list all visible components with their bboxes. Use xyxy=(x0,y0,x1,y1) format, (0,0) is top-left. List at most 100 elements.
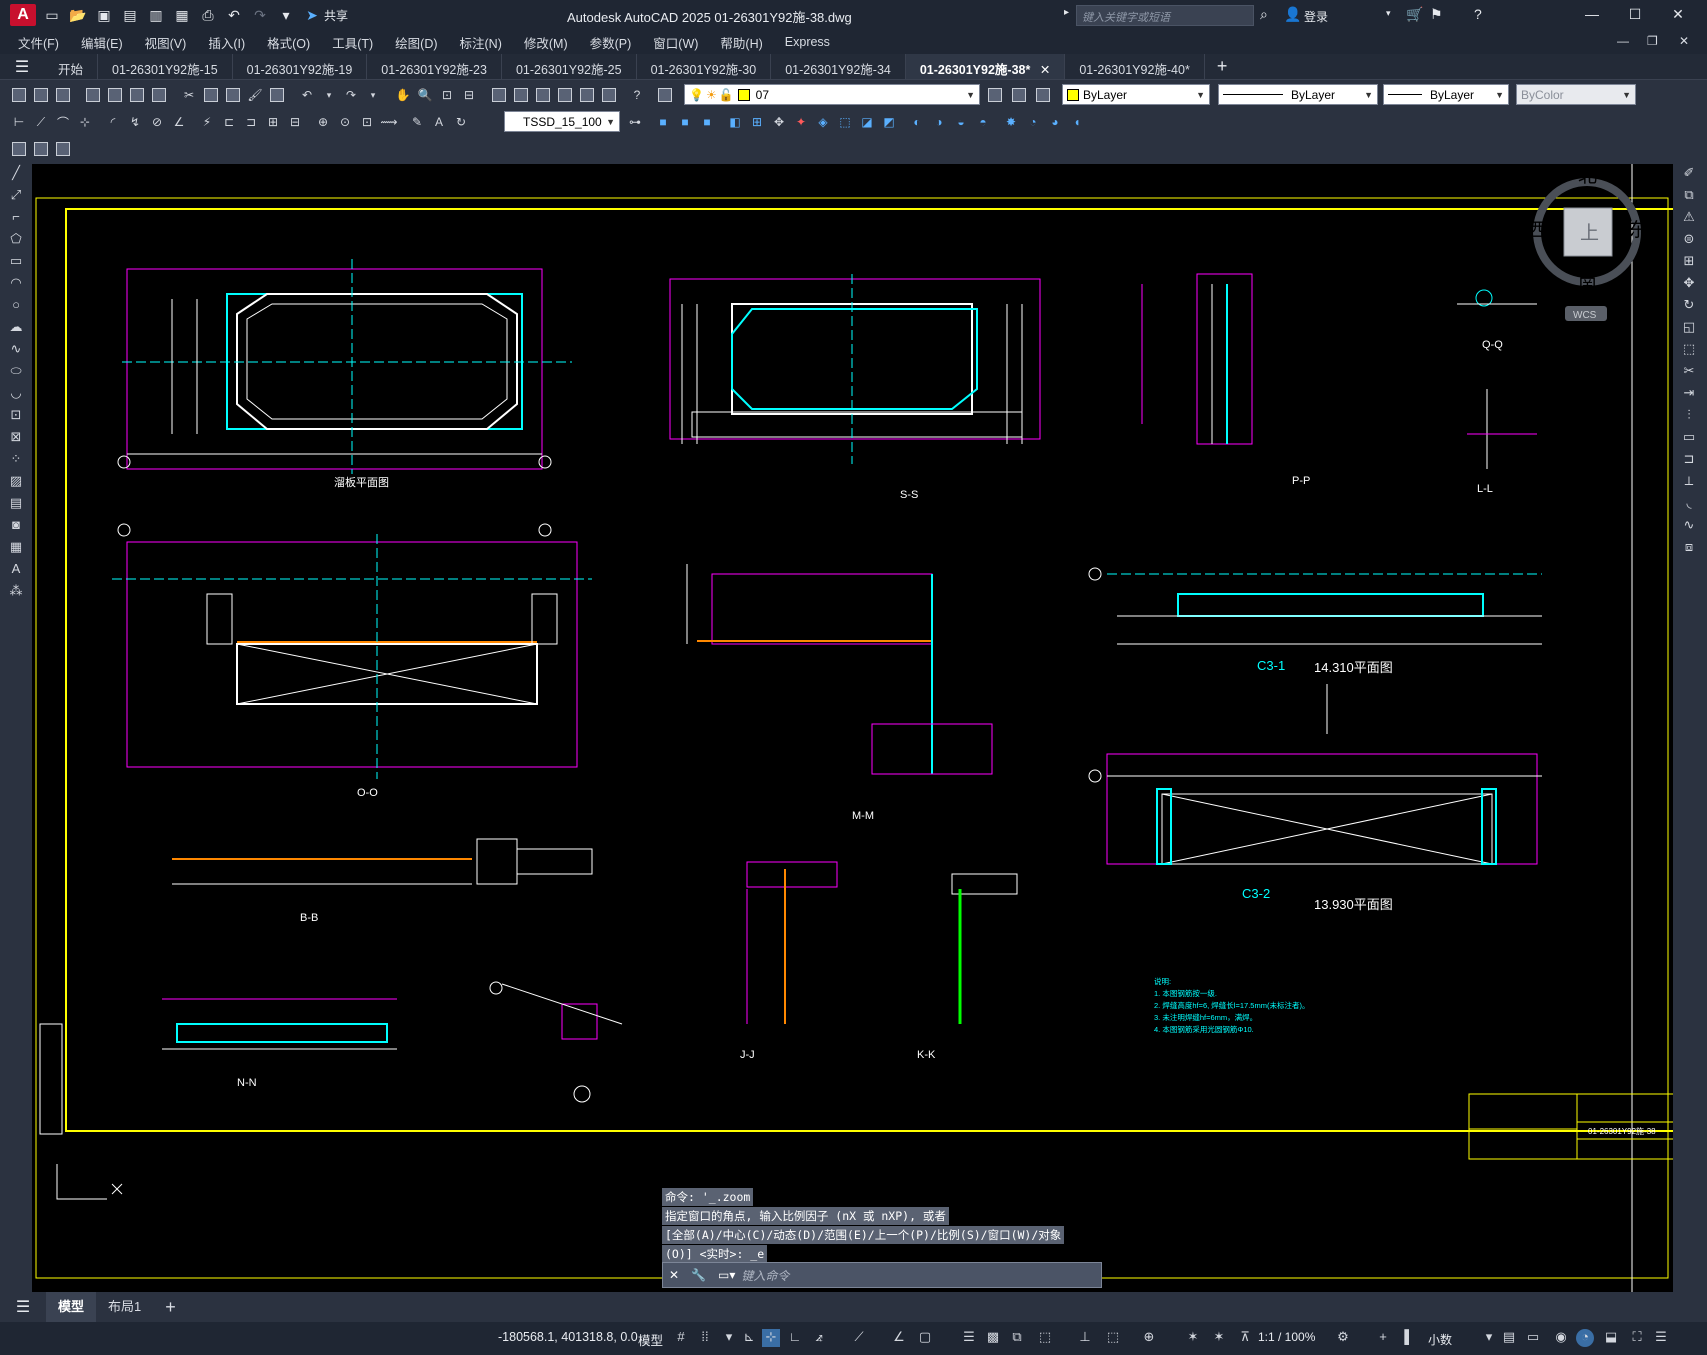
help-toolbar-icon[interactable]: ? xyxy=(628,86,646,104)
zoom-window-icon[interactable]: ⊡ xyxy=(438,86,456,104)
pan-icon[interactable]: ✋ xyxy=(394,86,412,104)
mtext-icon[interactable]: A xyxy=(7,560,25,578)
fullscreen-icon[interactable]: ⛶ xyxy=(1628,1329,1646,1347)
tab-doc-23[interactable]: 01-26301Y92施-23 xyxy=(367,54,502,79)
zoom-realtime-icon[interactable]: 🔍 xyxy=(416,86,434,104)
menu-tools[interactable]: 工具(T) xyxy=(332,33,373,52)
isolate-objects-icon[interactable]: ◉ xyxy=(1552,1329,1570,1347)
layer-states-icon[interactable] xyxy=(1034,86,1052,104)
gradient-icon[interactable]: ▤ xyxy=(7,494,25,512)
ellipse-icon[interactable]: ⬭ xyxy=(7,362,25,380)
join-palette-icon[interactable]: ⊐ xyxy=(1680,450,1698,468)
menu-format[interactable]: 格式(O) xyxy=(267,33,310,52)
menu-dimension[interactable]: 标注(N) xyxy=(460,33,502,52)
menu-help[interactable]: 帮助(H) xyxy=(720,33,762,52)
menu-modify[interactable]: 修改(M) xyxy=(524,33,568,52)
redo-dropdown-icon[interactable]: ▾ xyxy=(364,86,382,104)
login-dropdown-icon[interactable]: ▾ xyxy=(1386,8,1391,19)
blend-curves-icon[interactable]: ◔ xyxy=(1024,113,1042,131)
dim-edit-icon[interactable]: ✎ xyxy=(408,113,426,131)
diameter-dim-icon[interactable]: ⊘ xyxy=(148,113,166,131)
line-icon[interactable]: ╱ xyxy=(7,164,25,182)
offset-icon[interactable]: ◧ xyxy=(726,113,744,131)
center-mark-icon[interactable]: ⊙ xyxy=(336,113,354,131)
sheet-set-icon[interactable] xyxy=(556,86,574,104)
cart-icon[interactable]: 🛒 xyxy=(1406,6,1423,23)
markup-icon[interactable] xyxy=(578,86,596,104)
customization-icon[interactable]: ☰ xyxy=(1652,1329,1670,1347)
copy-icon[interactable] xyxy=(202,86,220,104)
tab-doc-38-active[interactable]: 01-26301Y92施-38* ✕ xyxy=(905,54,1066,79)
trim-palette-icon[interactable]: ✂ xyxy=(1680,362,1698,380)
tab-start[interactable]: 开始 xyxy=(44,54,99,79)
new-file-icon[interactable] xyxy=(10,86,28,104)
object-snap-icon[interactable]: ▢ xyxy=(916,1329,934,1347)
inspect-icon[interactable]: ⊡ xyxy=(358,113,376,131)
add-selected-icon[interactable]: ⁂ xyxy=(7,582,25,600)
mirror-palette-icon[interactable]: ⚠ xyxy=(1680,208,1698,226)
chamfer-icon[interactable]: ◒ xyxy=(952,113,970,131)
help-icon[interactable]: ? xyxy=(1474,6,1482,22)
continue-dim-icon[interactable]: ⊐ xyxy=(242,113,260,131)
jogged-linear-icon[interactable]: ⟿ xyxy=(380,113,398,131)
viewcube[interactable]: 上 北 南 东 西 WCS xyxy=(1528,165,1647,321)
plot-file-icon[interactable] xyxy=(84,86,102,104)
ortho-icon[interactable]: ∟ xyxy=(786,1329,804,1347)
auto-scale-icon[interactable]: ✶ xyxy=(1210,1329,1228,1347)
hardware-acceleration-icon[interactable]: ◔ xyxy=(1576,1329,1594,1347)
mirror-icon[interactable]: ■ xyxy=(698,113,716,131)
menu-express[interactable]: Express xyxy=(785,35,830,49)
radius-dim-icon[interactable]: ◜ xyxy=(104,113,122,131)
tab-doc-25[interactable]: 01-26301Y92施-25 xyxy=(502,54,637,79)
save-as-icon[interactable]: ▤ xyxy=(120,5,140,25)
make-current-layer-icon[interactable] xyxy=(986,86,1004,104)
explode-icon[interactable]: ✸ xyxy=(1002,113,1020,131)
explode-palette-icon[interactable]: ⧈ xyxy=(1680,538,1698,556)
doc-close-button[interactable]: ✕ xyxy=(1679,34,1689,48)
polygon-icon[interactable]: ⬠ xyxy=(7,230,25,248)
new-tab-plus-icon[interactable]: + xyxy=(1205,54,1240,79)
grid-icon[interactable]: # xyxy=(672,1329,690,1347)
ordinate-dim-icon[interactable]: ⊹ xyxy=(76,113,94,131)
color-dropdown[interactable]: ByLayer ▼ xyxy=(1062,84,1210,105)
copy-palette-icon[interactable]: ⧉ xyxy=(1680,186,1698,204)
jogged-dim-icon[interactable]: ↯ xyxy=(126,113,144,131)
menu-file[interactable]: 文件(F) xyxy=(18,33,59,52)
annotation-plus-icon[interactable]: + xyxy=(1374,1329,1392,1347)
menu-parametric[interactable]: 参数(P) xyxy=(590,33,632,52)
polyline-icon[interactable]: ⌐ xyxy=(7,208,25,226)
share-label[interactable]: 共享 xyxy=(324,7,348,24)
plot-preview-icon[interactable] xyxy=(106,86,124,104)
infer-constraints-icon[interactable]: ⊾ xyxy=(740,1329,758,1347)
dynamic-ucs-icon[interactable]: ⊥ xyxy=(1076,1329,1094,1347)
properties-icon[interactable] xyxy=(490,86,508,104)
dim-text-edit-icon[interactable]: A xyxy=(430,113,448,131)
publish-toolbar-icon[interactable] xyxy=(128,86,146,104)
dim-break-icon[interactable]: ⊟ xyxy=(286,113,304,131)
units-dropdown-arrow-icon[interactable]: ▾ xyxy=(1480,1329,1498,1347)
scale-icon[interactable]: ◈ xyxy=(814,113,832,131)
add-layout-plus-icon[interactable]: + xyxy=(153,1292,188,1322)
chamfer-palette-icon[interactable]: ⟂ xyxy=(1680,472,1698,490)
new-icon[interactable]: ▭ xyxy=(42,5,62,25)
redo-icon[interactable]: ↷ xyxy=(250,5,270,25)
command-line[interactable]: ✕ 🔧 ▭▾ 键入命令 xyxy=(662,1262,1102,1288)
tab-layout1[interactable]: 布局1 xyxy=(96,1292,153,1322)
tab-doc-30[interactable]: 01-26301Y92施-30 xyxy=(637,54,772,79)
spline-icon[interactable]: ∿ xyxy=(7,340,25,358)
copy-object-icon[interactable]: ■ xyxy=(676,113,694,131)
rectangle-icon[interactable]: ▭ xyxy=(7,252,25,270)
angular-dim-icon[interactable]: ∠ xyxy=(170,113,188,131)
fillet-palette-icon[interactable]: ◟ xyxy=(1680,494,1698,512)
match-properties-icon[interactable]: 🖌 xyxy=(246,86,264,104)
scale-palette-icon[interactable]: ◱ xyxy=(1680,318,1698,336)
gizmo-icon[interactable]: ⊕ xyxy=(1140,1329,1158,1347)
viewcube-east[interactable]: 东 xyxy=(1628,219,1647,241)
hatch-icon[interactable]: ▨ xyxy=(7,472,25,490)
dimstyle-manager-icon[interactable]: ⊶ xyxy=(626,113,644,131)
design-center-icon[interactable] xyxy=(512,86,530,104)
tssd-tool-icon-1[interactable] xyxy=(10,140,28,158)
command-input[interactable]: 键入命令 xyxy=(741,1267,789,1284)
extend-icon[interactable]: ◩ xyxy=(880,113,898,131)
tool-palettes-icon[interactable] xyxy=(534,86,552,104)
